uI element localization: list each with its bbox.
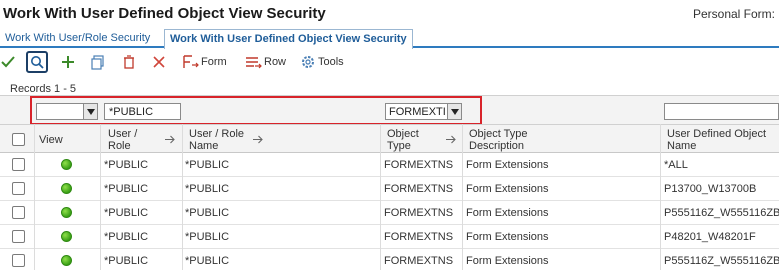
- cell-name: *PUBLIC: [185, 207, 230, 219]
- header-user-role[interactable]: User / Role: [108, 128, 137, 152]
- records-count: Records 1 - 5: [10, 83, 77, 95]
- cell-description: Form Extensions: [466, 159, 549, 171]
- cell-name: *PUBLIC: [185, 183, 230, 195]
- cell-description: Form Extensions: [466, 207, 549, 219]
- title-bar: Work With User Defined Object View Secur…: [0, 0, 779, 26]
- header-user-role-line2: Role: [108, 140, 131, 152]
- tab-user-role-security[interactable]: Work With User/Role Security: [0, 29, 155, 48]
- find-icon[interactable]: [26, 51, 48, 73]
- form-exit-button[interactable]: Form: [181, 53, 227, 71]
- header-udo-line2: Name: [667, 140, 697, 152]
- cell-description: Form Extensions: [466, 255, 549, 267]
- row-checkbox[interactable]: [12, 206, 25, 219]
- toolbar: Form Row Tools: [0, 50, 779, 74]
- status-dot-icon[interactable]: [61, 255, 72, 266]
- header-name-line1: User / Role: [189, 128, 245, 140]
- header-user-role-name[interactable]: User / Role Name: [189, 128, 244, 152]
- cell-user-role: *PUBLIC: [104, 159, 149, 171]
- page-title: Work With User Defined Object View Secur…: [3, 5, 326, 22]
- sort-icon[interactable]: [445, 134, 456, 148]
- header-object-type-description[interactable]: Object Type Description: [469, 128, 528, 152]
- cell-user-role: *PUBLIC: [104, 231, 149, 243]
- form-exit-icon: [183, 55, 199, 68]
- cell-udo-name: P13700_W13700B: [664, 183, 757, 195]
- cell-udo-name: *ALL: [664, 159, 688, 171]
- cell-object-type: FORMEXTNS: [384, 255, 454, 267]
- header-obj-type-line2: Type: [387, 140, 411, 152]
- delete-icon[interactable]: [121, 53, 137, 71]
- personal-form-label[interactable]: Personal Form:: [693, 7, 775, 21]
- header-otd-line1: Object Type: [469, 128, 528, 140]
- cell-udo-name: P48201_W48201F: [664, 231, 756, 243]
- row-exit-label: Row: [264, 56, 287, 68]
- column-divider: [182, 124, 183, 270]
- header-otd-line2: Description: [469, 140, 525, 152]
- status-dot-icon[interactable]: [61, 207, 72, 218]
- row-exit-icon: [246, 57, 262, 69]
- select-all-checkbox[interactable]: [12, 133, 25, 146]
- sort-icon[interactable]: [164, 134, 175, 148]
- cell-name: *PUBLIC: [185, 159, 230, 171]
- tab-udo-view-security[interactable]: Work With User Defined Object View Secur…: [164, 29, 413, 49]
- cell-udo-name: P555116Z_W555116ZB: [664, 207, 779, 219]
- cell-description: Form Extensions: [466, 183, 549, 195]
- qbe-udo-name-input[interactable]: [664, 103, 779, 120]
- tools-gear-icon: [302, 56, 314, 68]
- header-object-type[interactable]: Object Type: [387, 128, 419, 152]
- status-dot-icon[interactable]: [61, 231, 72, 242]
- table-row[interactable]: *PUBLIC *PUBLIC FORMEXTNS Form Extension…: [0, 153, 779, 177]
- highlight-box: [30, 96, 482, 125]
- table-row[interactable]: *PUBLIC *PUBLIC FORMEXTNS Form Extension…: [0, 225, 779, 249]
- header-user-role-line1: User /: [108, 128, 138, 140]
- cell-object-type: FORMEXTNS: [384, 183, 454, 195]
- row-checkbox[interactable]: [12, 182, 25, 195]
- header-udo-line1: User Defined Object: [667, 128, 767, 140]
- grid-header: View User / Role User / Role Name Object…: [0, 124, 779, 153]
- tab-strip: Work With User/Role Security Work With U…: [0, 27, 779, 49]
- form-exit-label: Form: [201, 56, 227, 68]
- header-udo-name[interactable]: User Defined Object Name: [667, 128, 766, 152]
- sort-icon[interactable]: [252, 134, 263, 148]
- ok-check-icon[interactable]: [0, 53, 16, 71]
- tools-label: Tools: [318, 56, 344, 68]
- column-divider: [100, 124, 101, 270]
- tools-button[interactable]: Tools: [300, 53, 344, 71]
- cell-description: Form Extensions: [466, 231, 549, 243]
- cell-user-role: *PUBLIC: [104, 255, 149, 267]
- cell-user-role: *PUBLIC: [104, 183, 149, 195]
- status-dot-icon[interactable]: [61, 159, 72, 170]
- column-divider: [380, 124, 381, 270]
- row-checkbox[interactable]: [12, 230, 25, 243]
- copy-icon[interactable]: [90, 53, 106, 71]
- header-view[interactable]: View: [39, 134, 63, 146]
- table-row[interactable]: *PUBLIC *PUBLIC FORMEXTNS Form Extension…: [0, 177, 779, 201]
- cell-object-type: FORMEXTNS: [384, 159, 454, 171]
- add-icon[interactable]: [60, 53, 76, 71]
- table-row[interactable]: *PUBLIC *PUBLIC FORMEXTNS Form Extension…: [0, 249, 779, 270]
- table-row[interactable]: *PUBLIC *PUBLIC FORMEXTNS Form Extension…: [0, 201, 779, 225]
- cell-udo-name: P555116Z_W555116ZB: [664, 255, 779, 267]
- header-name-line2: Name: [189, 140, 219, 152]
- row-checkbox[interactable]: [12, 158, 25, 171]
- column-divider: [462, 124, 463, 270]
- cell-name: *PUBLIC: [185, 231, 230, 243]
- row-checkbox[interactable]: [12, 254, 25, 267]
- close-icon[interactable]: [151, 53, 167, 71]
- cell-name: *PUBLIC: [185, 255, 230, 267]
- status-dot-icon[interactable]: [61, 183, 72, 194]
- row-exit-button[interactable]: Row: [244, 53, 286, 71]
- column-divider: [660, 124, 661, 270]
- cell-object-type: FORMEXTNS: [384, 231, 454, 243]
- cell-object-type: FORMEXTNS: [384, 207, 454, 219]
- cell-user-role: *PUBLIC: [104, 207, 149, 219]
- column-divider: [34, 124, 35, 270]
- header-obj-type-line1: Object: [387, 128, 419, 140]
